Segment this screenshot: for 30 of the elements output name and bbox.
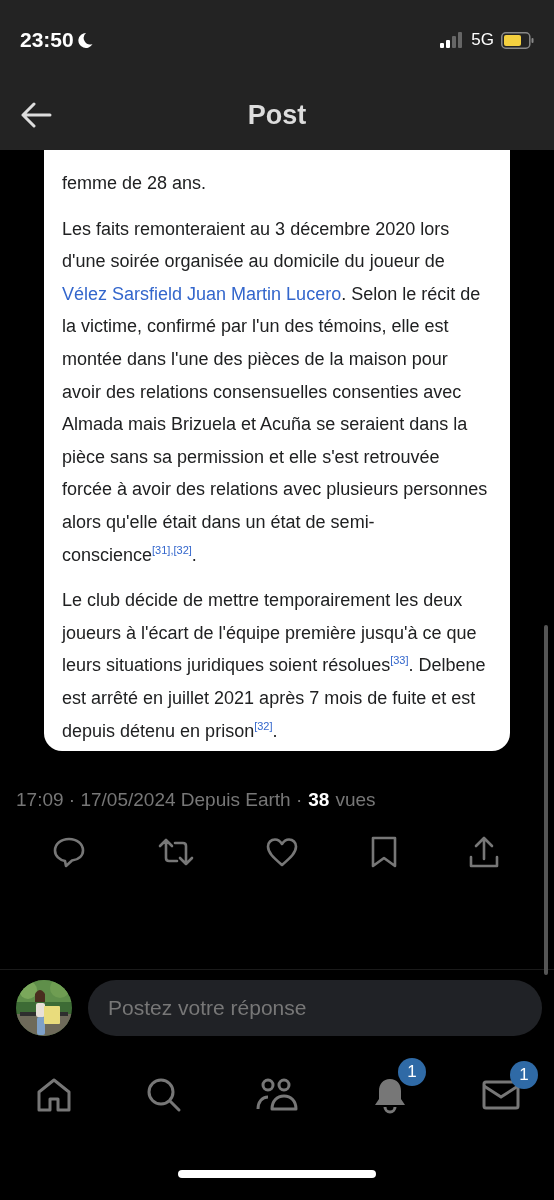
bell-icon[interactable] (372, 1076, 408, 1114)
article-paragraph: femme de 28 ans. (62, 172, 208, 195)
envelope-icon[interactable] (482, 1079, 520, 1111)
post-timestamp: 17:09 · 17/05/2024 Depuis Earth · (16, 789, 303, 812)
footnote-link[interactable]: [31] (152, 543, 171, 556)
reply-field[interactable]: Postez votre réponse (88, 980, 542, 1036)
signal-icon (440, 32, 465, 48)
notification-badge: 1 (398, 1058, 426, 1086)
footnote-link[interactable]: ,[32] (170, 543, 192, 556)
heart-icon[interactable] (265, 836, 299, 869)
article-paragraph: Les faits remonteraient au 3 décembre 2020 lors d'une soirée organisée au domicile du joueur de Vélez Sarsfield Juan Martin Lucero. Selon le récit de la victime, confirmé par l'un des témoins, elle est montée dans l'une des pièces de la maison pour avoir des relations consensuelles consenties avec Almada mais Brizuela et Acuña se seraient dans la pièce sans sa permission et elle s'est retrouvée forcée à avoir des relations avec plusieurs personnes alors qu'elle était dans un état de semi-conscience$^{[31]}$$^{,[32]}$. (62, 217, 489, 567)
notification-badge: 1 (510, 1061, 538, 1089)
bookmark-icon[interactable] (369, 835, 398, 870)
header-title: Post (247, 99, 307, 131)
reply-icon[interactable] (52, 835, 86, 870)
article-paragraph: Le club décide de mettre temporairement les deux joueurs à l'écart de l'équipe première jusqu'à ce que leurs situations juridiques soient résolues$^{[33]}$. Delbene est arrêté en juillet 2021 après 7 mois de fuite et est depuis détenu en prison$^{[32]}$. (62, 589, 487, 743)
moon-icon (76, 31, 93, 49)
status-time: 23:50 (20, 28, 74, 52)
article-link[interactable]: Vélez Sarsfield Juan Martin Lucero (62, 283, 342, 304)
back-arrow-icon[interactable] (20, 102, 52, 128)
home-icon[interactable] (36, 1077, 72, 1113)
views-label: vues (335, 789, 376, 812)
search-icon[interactable] (146, 1077, 182, 1113)
network-label: 5G (471, 30, 494, 50)
battery-icon (501, 31, 534, 49)
footnote-link[interactable]: [32] (254, 719, 273, 732)
footnote-link[interactable]: [33] (390, 654, 409, 667)
people-icon[interactable] (256, 1078, 298, 1112)
share-icon[interactable] (468, 835, 500, 870)
views-count: 38 (308, 789, 330, 812)
